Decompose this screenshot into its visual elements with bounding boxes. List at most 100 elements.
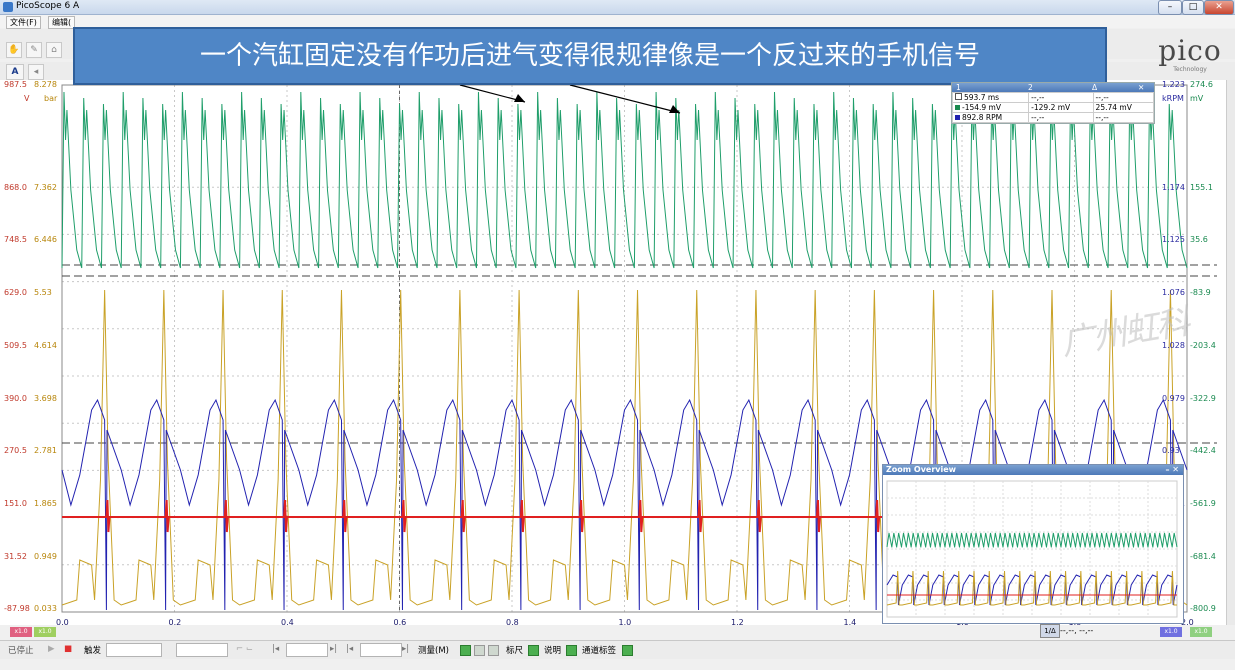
axis-unit-bar: bar [44, 94, 58, 103]
axis-tick-v: 270.5 [4, 446, 27, 456]
annotation-arrowhead-1 [514, 94, 525, 102]
ruler-delta-icon[interactable]: 1/Δ [1040, 624, 1060, 638]
pico-logo: pico Technology [1150, 36, 1230, 80]
channel-labels-toggle-icon[interactable] [622, 645, 633, 656]
axis-tick-krpm: 0.93 [1162, 446, 1180, 456]
axis-unit-krpm: kRPM [1162, 94, 1184, 103]
axis-tick-bar: 7.362 [34, 182, 57, 192]
zoom-overview-title: Zoom Overview [886, 465, 957, 474]
annotation-arrow-2 [569, 84, 681, 114]
hand-tool-icon[interactable]: ✋ [6, 42, 22, 58]
axis-tick-v: 748.5 [4, 235, 27, 245]
meas-cell: --,-- [1092, 112, 1155, 123]
axis-tick-v: 509.5 [4, 340, 27, 350]
axis-tick-mv: -442.4 [1190, 446, 1216, 456]
minimize-button[interactable]: – [1158, 0, 1182, 15]
close-button[interactable]: ✕ [1204, 0, 1234, 15]
axis-tick-mv: -561.9 [1190, 498, 1216, 508]
axis-tick-mv: 274.6 [1190, 80, 1213, 89]
meas-col-1: 1 [956, 83, 961, 92]
prev-buffer-icon[interactable]: |◂ [346, 644, 353, 654]
ruler-toggle-icon[interactable] [528, 645, 539, 656]
axis-unit-mv: mV [1190, 94, 1204, 103]
axis-tick-krpm: 1.125 [1162, 235, 1185, 245]
axis-tick-bar: 0.949 [34, 551, 57, 561]
measurement-table: 593.7 ms --,-- --,-- -154.9 mV -129.2 mV… [951, 92, 1155, 123]
play-icon[interactable]: ▶ [48, 644, 55, 654]
annotation-arrow-1 [459, 84, 526, 103]
meas-cell: --,-- [1028, 92, 1094, 103]
axis-tick-krpm: 1.223 [1162, 80, 1185, 89]
axis-tick-mv: 35.6 [1190, 235, 1208, 245]
annotation-arrowhead-2 [669, 105, 680, 113]
position-input[interactable] [286, 643, 328, 657]
add-measurement-icon[interactable] [460, 645, 471, 656]
arrow-left-icon[interactable]: ◂ [28, 64, 44, 80]
axis-tick-bar: 8.278 [34, 80, 57, 89]
trigger-mode-select[interactable] [106, 643, 162, 657]
meas-cell: 892.8 RPM [951, 112, 1030, 123]
channel-a-scale[interactable]: x1.0 [10, 627, 32, 637]
channel-d-scale[interactable]: x1.0 [1190, 627, 1212, 637]
axis-tick-bar: 2.781 [34, 446, 57, 456]
status-bar: 已停止 ▶ ■ 触发 ⌐ ⌙ |◂ ▸| |◂ ▸| 测量(M) 标尺 说明 通… [0, 640, 1235, 659]
table-row: 892.8 RPM --,-- --,-- [951, 112, 1155, 123]
channel-scale-bar: x1.0 x1.0 x1.0 x1.0 1/Δ --,--, --,-- [0, 624, 1235, 638]
maximize-button[interactable]: □ [1182, 0, 1204, 15]
measure-label[interactable]: 测量(M) [418, 644, 449, 656]
remove-measurement-icon[interactable] [488, 645, 499, 656]
table-row: -154.9 mV -129.2 mV 25.74 mV [951, 102, 1155, 113]
zoom-readout: --,--, --,-- [1060, 626, 1094, 635]
axis-tick-bar: 6.446 [34, 235, 57, 245]
axis-unit-v: V [24, 94, 30, 103]
ruler-label[interactable]: 标尺 [506, 644, 523, 656]
zoom-overview-canvas[interactable] [883, 475, 1181, 621]
meas-close-icon[interactable]: ✕ [1138, 83, 1144, 92]
zoom-overview-panel[interactable]: Zoom Overview – ✕ [882, 464, 1184, 624]
menu-file[interactable]: 文件(F) [6, 16, 41, 29]
next-icon[interactable]: ▸| [330, 644, 337, 654]
axis-tick-v: 868.0 [4, 182, 27, 192]
notes-toggle-icon[interactable] [566, 645, 577, 656]
axis-tick-v: 31.52 [4, 551, 27, 561]
axis-tick-krpm: 1.174 [1162, 182, 1185, 192]
axis-tick-v: 987.5 [4, 80, 27, 89]
menu-edit[interactable]: 编辑( [48, 16, 76, 29]
channel-a-button[interactable]: A [6, 64, 24, 80]
annotation-banner: 一个汽缸固定没有作功后进气变得很规律像是一个反过来的手机信号 [73, 27, 1107, 85]
logo-tagline: Technology [1173, 66, 1207, 73]
edit-measurement-icon[interactable] [474, 645, 485, 656]
window-title: PicoScope 6 A [16, 1, 80, 11]
meas-cell: 593.7 ms [951, 92, 1030, 103]
trigger-source-select[interactable] [176, 643, 228, 657]
axis-tick-mv: -83.9 [1190, 288, 1211, 298]
measurement-panel[interactable]: 1 2 Δ ✕ 593.7 ms --,-- --,-- -154.9 mV -… [951, 82, 1155, 124]
next-buffer-icon[interactable]: ▸| [402, 644, 409, 654]
rising-edge-icon[interactable]: ⌐ ⌙ [236, 644, 253, 654]
logo-name: pico [1158, 34, 1222, 67]
bottom-strip [0, 659, 1235, 670]
vertical-scrollbar[interactable] [1226, 80, 1235, 625]
meas-cell: --,-- [1092, 92, 1155, 103]
meas-cell: 25.74 mV [1092, 102, 1155, 113]
title-bar: PicoScope 6 A – □ ✕ [0, 0, 1235, 15]
channel-b-scale[interactable]: x1.0 [34, 627, 56, 637]
axis-tick-krpm: 0.979 [1162, 393, 1185, 403]
channel-c-scale[interactable]: x1.0 [1160, 627, 1182, 637]
home-icon[interactable]: ⌂ [46, 42, 62, 58]
axis-tick-v: 629.0 [4, 288, 27, 298]
axis-tick-bar: 4.614 [34, 340, 57, 350]
pencil-icon[interactable]: ✎ [26, 42, 42, 58]
axis-tick-bar: 3.698 [34, 393, 57, 403]
axis-tick-v: 151.0 [4, 498, 27, 508]
channel-labels-label[interactable]: 通道标签 [582, 644, 616, 656]
zoom-close-icon[interactable]: – ✕ [1166, 465, 1180, 475]
buffer-input[interactable] [360, 643, 402, 657]
axis-tick-mv: -203.4 [1190, 340, 1216, 350]
stop-icon[interactable]: ■ [64, 644, 72, 654]
prev-icon[interactable]: |◂ [272, 644, 279, 654]
meas-cell: -154.9 mV [951, 102, 1030, 113]
notes-label[interactable]: 说明 [544, 644, 561, 656]
axis-tick-mv: -800.9 [1190, 604, 1216, 614]
stopped-label[interactable]: 已停止 [8, 644, 34, 656]
